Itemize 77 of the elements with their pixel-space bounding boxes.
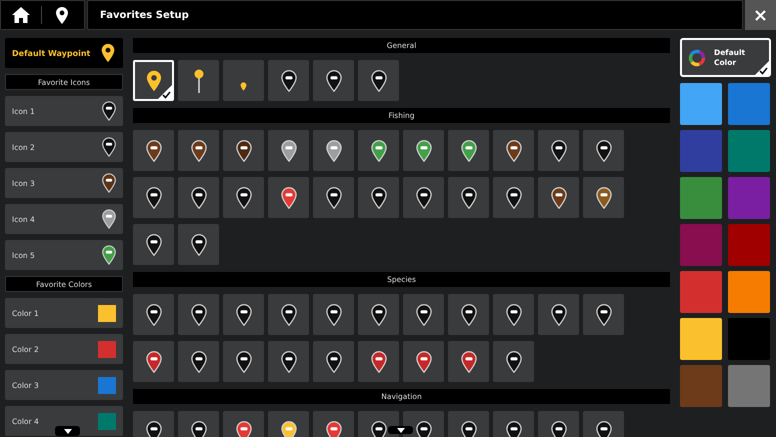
color-tile[interactable]: [728, 130, 770, 172]
color-tile[interactable]: [680, 83, 722, 125]
icon-tile[interactable]: [358, 60, 399, 101]
icon-tile[interactable]: [223, 60, 264, 101]
color-tile[interactable]: [728, 271, 770, 313]
color-tile[interactable]: [680, 365, 722, 407]
color-tile[interactable]: [728, 83, 770, 125]
icon-tile[interactable]: [358, 177, 399, 218]
icon-tile[interactable]: [358, 294, 399, 335]
map-pin-icon: [56, 6, 68, 24]
icon-tile[interactable]: [178, 224, 219, 265]
icon-tile[interactable]: [583, 177, 624, 218]
color-tile[interactable]: [728, 224, 770, 266]
icon-tile[interactable]: [268, 341, 309, 382]
icon-tile[interactable]: [448, 130, 489, 171]
color-tile[interactable]: [680, 224, 722, 266]
icon-tile[interactable]: [133, 224, 174, 265]
icon-tile[interactable]: [403, 177, 444, 218]
icon-tile[interactable]: [178, 341, 219, 382]
check-icon: [157, 84, 173, 100]
icon-tile[interactable]: [178, 130, 219, 171]
default-waypoint-button[interactable]: Default Waypoint: [5, 38, 123, 68]
icon-tile[interactable]: [313, 294, 354, 335]
icon-tile[interactable]: [268, 294, 309, 335]
icon-tile[interactable]: [268, 177, 309, 218]
icon-tile[interactable]: [178, 177, 219, 218]
icon-tile[interactable]: [448, 294, 489, 335]
icon-tile[interactable]: [133, 341, 174, 382]
icon-tile[interactable]: [133, 60, 174, 101]
icon-tile[interactable]: [358, 130, 399, 171]
icon-tile[interactable]: [583, 294, 624, 335]
color-tile[interactable]: [680, 177, 722, 219]
icon-tile[interactable]: [583, 130, 624, 171]
icon-tile[interactable]: [133, 177, 174, 218]
color-tile[interactable]: [728, 177, 770, 219]
icon-tile[interactable]: [268, 60, 309, 101]
color-tile[interactable]: [680, 271, 722, 313]
icon-tile[interactable]: [178, 294, 219, 335]
icon-tile[interactable]: [223, 294, 264, 335]
icon-tile[interactable]: [493, 341, 534, 382]
color-tile[interactable]: [728, 318, 770, 360]
icon-tile[interactable]: [448, 341, 489, 382]
scroll-down-button[interactable]: [55, 426, 80, 436]
icon-tile[interactable]: [268, 130, 309, 171]
icon-tile[interactable]: [538, 130, 579, 171]
icon-tile[interactable]: [223, 341, 264, 382]
icon-tile[interactable]: [223, 177, 264, 218]
color-tile[interactable]: [728, 365, 770, 407]
icon-tile[interactable]: [133, 294, 174, 335]
icon-tile[interactable]: [133, 130, 174, 171]
icon-tile[interactable]: [403, 130, 444, 171]
color-wheel-icon: [688, 48, 706, 66]
scroll-down-button[interactable]: [388, 426, 413, 434]
close-icon: [755, 10, 766, 20]
window-title: Favorites Setup: [100, 10, 189, 20]
icon-tile[interactable]: [358, 341, 399, 382]
caret-icon: [396, 428, 404, 432]
icon-tile[interactable]: [403, 294, 444, 335]
icon-tile[interactable]: [493, 177, 534, 218]
color-tile[interactable]: [680, 318, 722, 360]
icon-tile[interactable]: [538, 294, 579, 335]
color-tile[interactable]: [680, 130, 722, 172]
icon-tile[interactable]: [538, 177, 579, 218]
icon-tile[interactable]: [223, 130, 264, 171]
icon-tile[interactable]: [178, 60, 219, 101]
check-icon: [754, 60, 770, 76]
icon-tile[interactable]: [493, 130, 534, 171]
home-icon: [12, 7, 30, 23]
icon-tile[interactable]: [403, 341, 444, 382]
icon-tile[interactable]: [313, 60, 354, 101]
icon-tile[interactable]: [448, 177, 489, 218]
icon-tile[interactable]: [493, 294, 534, 335]
icon-tile[interactable]: [313, 177, 354, 218]
close-button[interactable]: [745, 0, 776, 30]
caret-icon: [64, 428, 72, 434]
icon-tile[interactable]: [313, 130, 354, 171]
icon-tile[interactable]: [313, 341, 354, 382]
